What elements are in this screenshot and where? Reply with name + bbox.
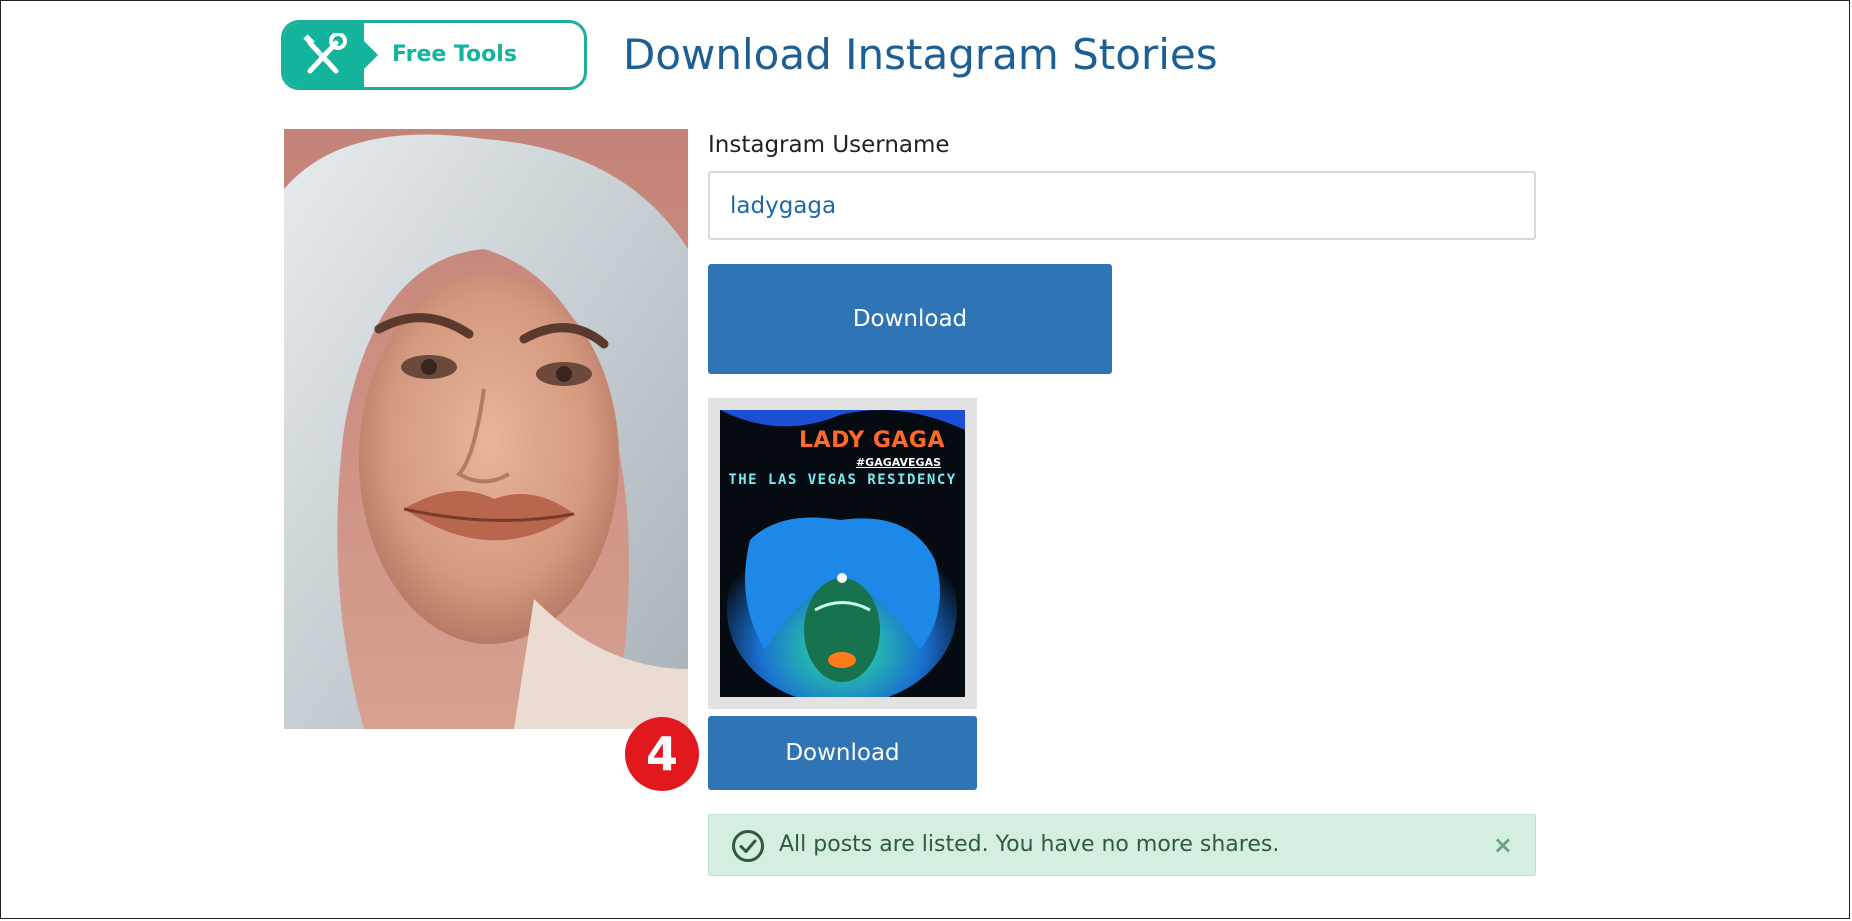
close-icon[interactable]: × (1493, 815, 1513, 875)
username-label: Instagram Username (708, 132, 950, 158)
badge-label: Free Tools (392, 42, 517, 67)
story-tag: #GAGAVEGAS (855, 456, 941, 469)
story-thumbnail[interactable]: LADY GAGA #GAGAVEGAS THE LAS VEGAS RESID… (708, 398, 977, 709)
story-subtitle: THE LAS VEGAS RESIDENCY (728, 472, 957, 488)
page-title: Download Instagram Stories (623, 30, 1218, 79)
profile-photo (284, 129, 688, 729)
success-alert: All posts are listed. You have no more s… (708, 814, 1536, 876)
story-image: LADY GAGA #GAGAVEGAS THE LAS VEGAS RESID… (720, 410, 965, 697)
badge-icon-box (284, 23, 378, 87)
story-download-button[interactable]: Download (708, 716, 977, 790)
free-tools-badge[interactable]: Free Tools (281, 20, 587, 90)
check-circle-icon (732, 830, 764, 862)
step-marker: 4 (625, 717, 699, 791)
story-title: LADY GAGA (799, 428, 945, 453)
username-input[interactable] (708, 171, 1536, 240)
alert-message: All posts are listed. You have no more s… (779, 832, 1280, 857)
download-button[interactable]: Download (708, 264, 1112, 374)
wrench-screwdriver-icon (303, 33, 347, 74)
